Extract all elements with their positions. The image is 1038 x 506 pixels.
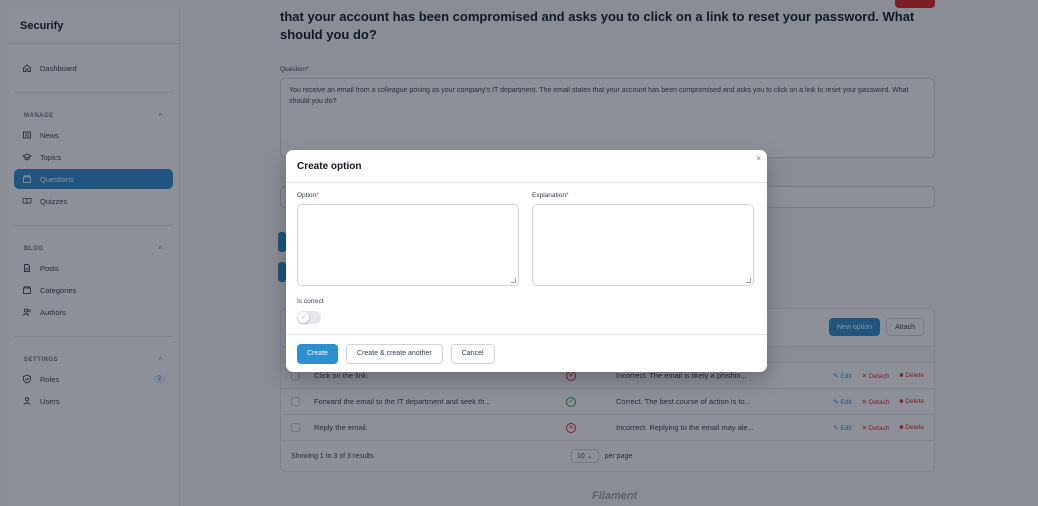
create-another-button[interactable]: Create & create another <box>346 343 443 364</box>
option-textarea[interactable] <box>297 204 519 286</box>
resize-handle[interactable] <box>511 278 516 283</box>
resize-handle[interactable] <box>746 278 751 283</box>
explanation-textarea[interactable] <box>532 204 754 286</box>
close-icon[interactable]: × <box>756 154 761 163</box>
modal-title: Create option <box>297 160 362 172</box>
create-option-modal: Create option × Option* Explanation* Is … <box>286 150 767 372</box>
cancel-button[interactable]: Cancel <box>450 343 495 364</box>
explanation-label: Explanation* <box>532 192 569 199</box>
is-correct-toggle[interactable]: ✓ <box>297 311 321 324</box>
is-correct-label: Is correct <box>297 298 324 305</box>
check-icon: ✓ <box>298 312 309 323</box>
modal-header: Create option × <box>286 150 767 183</box>
option-label: Option* <box>297 192 319 199</box>
create-button[interactable]: Create <box>297 343 339 364</box>
modal-footer: Create Create & create another Cancel <box>286 334 767 372</box>
